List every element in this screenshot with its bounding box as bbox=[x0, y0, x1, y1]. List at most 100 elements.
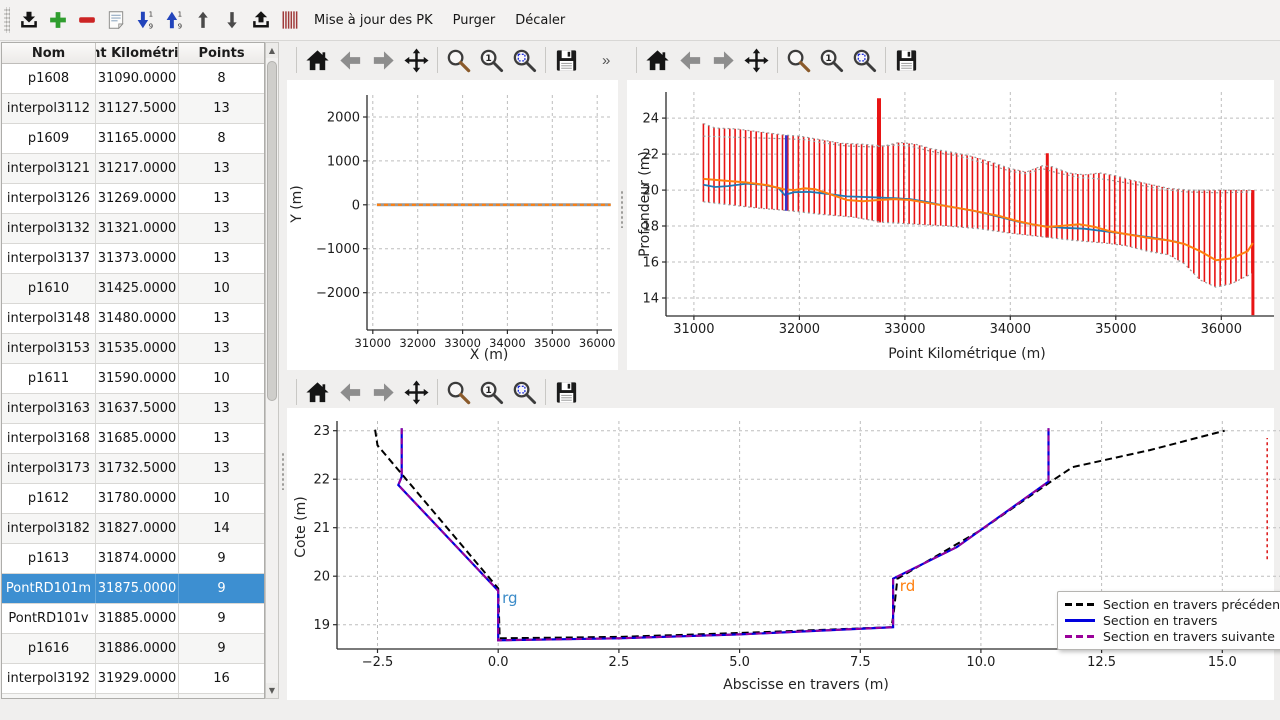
cell-nom: interpol3173 bbox=[2, 454, 96, 483]
remove-section-button[interactable] bbox=[74, 5, 99, 35]
table-row[interactable]: p161031425.000010 bbox=[2, 274, 264, 304]
svg-text:14: 14 bbox=[642, 292, 659, 307]
table-row[interactable]: interpol316831685.000013 bbox=[2, 424, 264, 454]
forward-button[interactable] bbox=[368, 45, 399, 76]
table-row[interactable]: interpol314831480.000013 bbox=[2, 304, 264, 334]
toolbar-overflow-button[interactable]: » bbox=[597, 50, 615, 71]
zoom-button[interactable] bbox=[783, 45, 814, 76]
table-row[interactable]: p160831090.00008 bbox=[2, 64, 264, 94]
add-section-button[interactable] bbox=[45, 5, 70, 35]
toolbar-grip[interactable] bbox=[4, 7, 10, 33]
table-row[interactable]: interpol319231929.000016 bbox=[2, 664, 264, 694]
table-row[interactable]: p161331874.00009 bbox=[2, 544, 264, 574]
table-row[interactable]: interpol312131217.000013 bbox=[2, 154, 264, 184]
save-figure-button[interactable] bbox=[891, 45, 922, 76]
back-button[interactable] bbox=[335, 45, 366, 76]
table-row[interactable]: interpol311231127.500013 bbox=[2, 94, 264, 124]
cross-sections-button[interactable] bbox=[277, 5, 302, 35]
cell-empty bbox=[2, 694, 96, 699]
cell-points: 9 bbox=[179, 574, 264, 603]
svg-text:34000: 34000 bbox=[489, 336, 526, 350]
home-button[interactable] bbox=[302, 377, 333, 408]
cell-points: 13 bbox=[179, 424, 264, 453]
section-chart-canvas[interactable]: −2.50.02.55.07.510.012.515.01920212223rg… bbox=[287, 408, 1280, 700]
column-header-point-kilometrique[interactable]: Point Kilométrique bbox=[96, 43, 179, 63]
export-button[interactable] bbox=[248, 5, 273, 35]
cell-nom: interpol3148 bbox=[2, 304, 96, 333]
profil-chart-canvas[interactable]: 3100032000330003400035000360001416182022… bbox=[625, 80, 1280, 370]
scroll-down-arrow[interactable]: ▼ bbox=[266, 683, 278, 698]
table-row[interactable]: interpol316331637.500013 bbox=[2, 394, 264, 424]
vertical-sash-grip[interactable] bbox=[281, 452, 286, 490]
table-row[interactable]: p160931165.00008 bbox=[2, 124, 264, 154]
back-button[interactable] bbox=[675, 45, 706, 76]
cell-points: 13 bbox=[179, 304, 264, 333]
zoom-one-button[interactable] bbox=[476, 377, 507, 408]
cell-nom: interpol3137 bbox=[2, 244, 96, 273]
scroll-up-arrow[interactable]: ▲ bbox=[266, 43, 278, 58]
plan-chart-canvas[interactable]: 310003200033000340003500036000200010000−… bbox=[287, 80, 622, 370]
svg-text:2000: 2000 bbox=[327, 111, 360, 126]
back-button[interactable] bbox=[335, 377, 366, 408]
table-row[interactable]: p161131590.000010 bbox=[2, 364, 264, 394]
column-header-nom[interactable]: Nom bbox=[2, 43, 96, 63]
cell-points: 10 bbox=[179, 274, 264, 303]
column-header-points[interactable]: Points bbox=[179, 43, 264, 63]
table-scrollbar[interactable]: ▲ ▼ bbox=[265, 42, 279, 699]
forward-button[interactable] bbox=[368, 377, 399, 408]
pan-button[interactable] bbox=[741, 45, 772, 76]
svg-text:10.0: 10.0 bbox=[966, 655, 995, 670]
section-suivante bbox=[398, 428, 1048, 640]
sort-descending-button[interactable] bbox=[161, 5, 186, 35]
cell-nom: PontRD101v bbox=[2, 604, 96, 633]
cell-empty bbox=[96, 694, 179, 699]
zoom-one-button[interactable] bbox=[816, 45, 847, 76]
table-row[interactable]: interpol318231827.000014 bbox=[2, 514, 264, 544]
table-row[interactable]: interpol313231321.000013 bbox=[2, 214, 264, 244]
add-icon bbox=[47, 9, 69, 31]
table-row[interactable]: PontRD101v31885.00009 bbox=[2, 604, 264, 634]
table-row-partial[interactable] bbox=[2, 694, 264, 699]
edit-notes-button[interactable] bbox=[103, 5, 128, 35]
table-row[interactable]: interpol317331732.500013 bbox=[2, 454, 264, 484]
import-button[interactable] bbox=[16, 5, 41, 35]
sort-ascending-icon bbox=[134, 9, 156, 31]
move-down-button[interactable] bbox=[219, 5, 244, 35]
update-pk-button[interactable]: Mise à jour des PK bbox=[307, 8, 440, 33]
svg-text:5.0: 5.0 bbox=[729, 655, 750, 670]
scrollbar-thumb[interactable] bbox=[267, 61, 277, 401]
import-icon bbox=[18, 9, 40, 31]
purge-button[interactable]: Purger bbox=[446, 8, 503, 33]
legend-swatch bbox=[1065, 619, 1095, 622]
legend: Section en travers précédenteSection en … bbox=[1057, 591, 1280, 650]
cell-points: 13 bbox=[179, 334, 264, 363]
zoom-fit-button[interactable] bbox=[849, 45, 880, 76]
table-row[interactable]: interpol312631269.000013 bbox=[2, 184, 264, 214]
zoom-one-button[interactable] bbox=[476, 45, 507, 76]
shift-button[interactable]: Décaler bbox=[508, 8, 572, 33]
zoom-icon bbox=[445, 47, 472, 74]
svg-text:1000: 1000 bbox=[327, 154, 360, 169]
pan-button[interactable] bbox=[401, 377, 432, 408]
table-row[interactable]: p161231780.000010 bbox=[2, 484, 264, 514]
back-icon bbox=[677, 47, 704, 74]
pan-button[interactable] bbox=[401, 45, 432, 76]
zoom-one-icon bbox=[818, 47, 845, 74]
save-figure-button[interactable] bbox=[551, 45, 582, 76]
move-up-button[interactable] bbox=[190, 5, 215, 35]
table-row[interactable]: interpol315331535.000013 bbox=[2, 334, 264, 364]
sort-ascending-button[interactable] bbox=[132, 5, 157, 35]
zoom-fit-button[interactable] bbox=[509, 377, 540, 408]
cell-nom: interpol3126 bbox=[2, 184, 96, 213]
table-row[interactable]: p161631886.00009 bbox=[2, 634, 264, 664]
save-figure-button[interactable] bbox=[551, 377, 582, 408]
home-button[interactable] bbox=[302, 45, 333, 76]
forward-button[interactable] bbox=[708, 45, 739, 76]
zoom-button[interactable] bbox=[443, 45, 474, 76]
svg-text:32000: 32000 bbox=[399, 336, 436, 350]
zoom-fit-button[interactable] bbox=[509, 45, 540, 76]
table-row[interactable]: interpol313731373.000013 bbox=[2, 244, 264, 274]
table-row[interactable]: PontRD101m31875.00009 bbox=[2, 574, 264, 604]
zoom-button[interactable] bbox=[443, 377, 474, 408]
home-button[interactable] bbox=[642, 45, 673, 76]
